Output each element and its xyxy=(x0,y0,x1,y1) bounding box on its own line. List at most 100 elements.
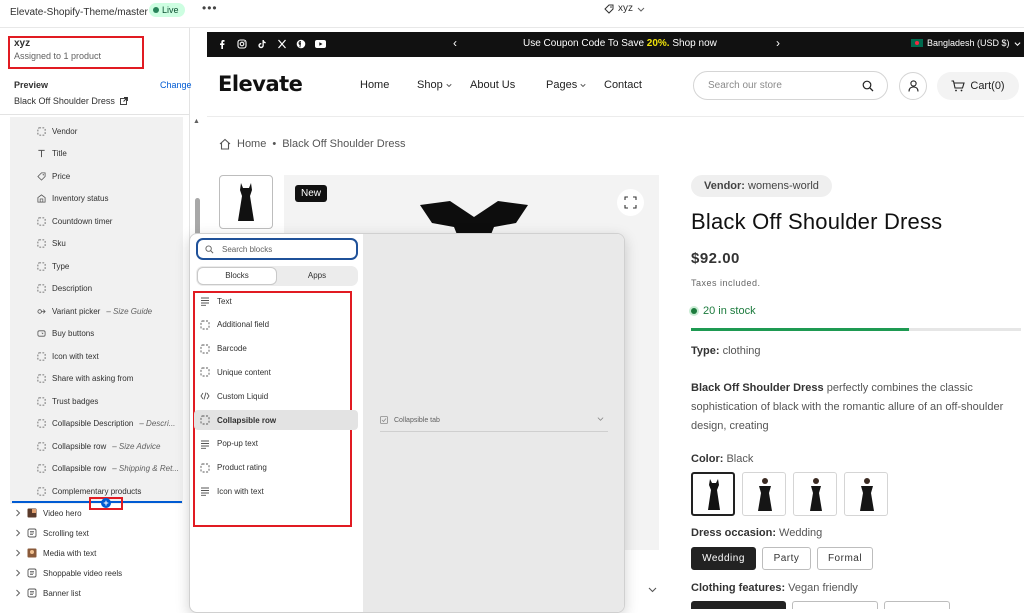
product-thumbnail[interactable] xyxy=(219,175,273,229)
search-icon xyxy=(205,245,214,254)
dashed-square-icon xyxy=(37,126,46,136)
chevron-down-icon xyxy=(580,83,586,88)
nav-item[interactable]: Shop xyxy=(417,79,452,91)
picker-item[interactable]: Unique content xyxy=(194,362,358,382)
sidebar-section-item[interactable]: Media with text xyxy=(15,546,96,560)
sidebar-block-item[interactable]: Complementary products xyxy=(37,484,141,498)
color-swatch-2[interactable] xyxy=(742,472,786,516)
sidebar-block-item[interactable]: Collapsible row – Shipping & Ret... xyxy=(37,462,179,476)
live-badge-label: Live xyxy=(162,5,179,15)
chevron-right-icon xyxy=(16,569,21,577)
picker-item[interactable]: Barcode xyxy=(194,339,358,359)
preview-product-link[interactable]: Black Off Shoulder Dress xyxy=(14,96,128,106)
store-logo[interactable]: Elevate xyxy=(218,72,303,96)
sidebar-block-item[interactable]: Description xyxy=(37,282,92,296)
sidebar-block-item[interactable]: Variant picker – Size Guide xyxy=(37,304,152,318)
sidebar-block-item[interactable]: Vendor xyxy=(37,124,77,138)
stock-text: 20 in stock xyxy=(703,305,756,317)
type-value: clothing xyxy=(719,345,761,357)
chevron-down-icon xyxy=(1014,41,1021,46)
picker-item[interactable]: Product rating xyxy=(194,458,358,478)
color-swatch-3[interactable] xyxy=(793,472,837,516)
color-swatch-1[interactable] xyxy=(691,472,735,516)
occasion-label: Dress occasion: Wedding xyxy=(691,527,822,539)
add-block-button[interactable]: + xyxy=(101,498,111,508)
pinterest-icon[interactable] xyxy=(296,39,306,49)
picker-item[interactable]: Custom Liquid xyxy=(194,386,358,406)
sidebar-block-item[interactable]: Collapsible Description – Descri... xyxy=(37,417,175,431)
x-twitter-icon[interactable] xyxy=(277,39,287,49)
sidebar-block-item[interactable]: Type xyxy=(37,259,69,273)
nav-item[interactable]: About Us xyxy=(470,79,515,91)
preview-change-link[interactable]: Change xyxy=(160,80,192,90)
model-swatch-icon xyxy=(810,478,822,511)
youtube-icon[interactable] xyxy=(315,40,326,48)
tab-blocks[interactable]: Blocks xyxy=(197,267,277,285)
sidebar-block-item[interactable]: Icon with text xyxy=(37,349,99,363)
picker-search-placeholder: Search blocks xyxy=(222,245,273,254)
picker-item[interactable]: Pop-up text xyxy=(194,434,358,454)
sidebar-block-item[interactable]: Share with asking from xyxy=(37,372,133,386)
nav-item[interactable]: Contact xyxy=(604,79,642,91)
feature-option-2[interactable] xyxy=(792,601,878,609)
text-lines-icon xyxy=(201,440,209,449)
facebook-icon[interactable] xyxy=(217,39,227,49)
sidebar-block-label: Description xyxy=(52,284,93,293)
picker-item[interactable]: Collapsible row xyxy=(194,410,358,430)
sidebar-block-label: Share with asking from xyxy=(52,374,134,383)
model-swatch-icon xyxy=(758,478,772,511)
tab-apps[interactable]: Apps xyxy=(277,267,357,285)
sidebar-block-item[interactable]: Countdown timer xyxy=(37,214,112,228)
more-actions-button[interactable]: ••• xyxy=(202,1,218,15)
theme-name[interactable]: Elevate-Shopify-Theme/master xyxy=(10,7,148,18)
occasion-option[interactable]: Wedding xyxy=(691,547,756,570)
feature-option-3[interactable] xyxy=(884,601,950,609)
store-search-input[interactable]: Search our store xyxy=(693,71,888,100)
nav-item[interactable]: Home xyxy=(360,79,389,91)
sidebar-section-item[interactable]: Scrolling text xyxy=(15,526,89,540)
announcement-text-pre: Use Coupon Code To Save xyxy=(523,38,647,49)
picker-tabs: Blocks Apps xyxy=(196,266,358,286)
feature-option-1[interactable] xyxy=(691,601,786,609)
picker-item[interactable]: Icon with text xyxy=(194,481,358,501)
tiktok-icon[interactable] xyxy=(257,39,267,49)
picker-item[interactable]: Additional field xyxy=(194,315,358,335)
sidebar-block-item[interactable]: Trust badges xyxy=(37,394,98,408)
sidebar-block-sub: – Shipping & Ret... xyxy=(112,464,179,473)
sidebar-block-item[interactable]: Inventory status xyxy=(37,192,108,206)
price-tag-icon xyxy=(37,171,46,181)
scroll-up-arrow[interactable]: ▲ xyxy=(193,118,200,125)
announcement-prev-arrow[interactable]: ‹ xyxy=(453,36,457,50)
nav-item[interactable]: Pages xyxy=(546,79,586,91)
sidebar-section-item[interactable]: Banner list xyxy=(15,586,81,600)
picker-search-input[interactable]: Search blocks xyxy=(196,238,358,260)
stock-dot xyxy=(691,308,697,314)
account-button[interactable] xyxy=(899,72,927,100)
sidebar-block-item[interactable]: Title xyxy=(37,147,67,161)
dress-thumbnail-icon xyxy=(238,183,254,221)
nav-item-label: Contact xyxy=(604,79,642,91)
sidebar-block-sub: – Descri... xyxy=(139,419,176,428)
occasion-option[interactable]: Formal xyxy=(817,547,873,570)
announcement-bar: ‹ Use Coupon Code To Save 20%. Shop now … xyxy=(207,32,1024,57)
sidebar-block-item[interactable]: Buy buttons xyxy=(37,327,94,341)
color-swatch-4[interactable] xyxy=(844,472,888,516)
picker-item[interactable]: Text xyxy=(194,291,358,311)
zoom-button[interactable] xyxy=(617,189,644,216)
cart-button[interactable]: Cart(0) xyxy=(937,72,1019,100)
chevron-right-icon xyxy=(16,589,21,597)
breadcrumb-home[interactable]: Home xyxy=(237,138,266,150)
sidebar-section-item[interactable]: Shoppable video reels xyxy=(15,566,122,580)
occasion-option[interactable]: Party xyxy=(762,547,811,570)
preview-product-name: Black Off Shoulder Dress xyxy=(14,96,115,106)
sidebar-block-item[interactable]: Price xyxy=(37,169,70,183)
sidebar-block-label: Icon with text xyxy=(52,351,99,361)
chevron-down-icon[interactable] xyxy=(648,586,657,594)
sidebar-block-item[interactable]: Collapsible row – Size Advice xyxy=(37,439,160,453)
announcement-next-arrow[interactable]: › xyxy=(776,36,780,50)
template-selector[interactable]: xyz xyxy=(604,3,645,14)
instagram-icon[interactable] xyxy=(237,39,247,49)
country-selector[interactable]: Bangladesh (USD $) xyxy=(911,38,1021,48)
sidebar-block-item[interactable]: Sku xyxy=(37,237,66,251)
sidebar-section-item[interactable]: Video hero xyxy=(15,506,82,520)
